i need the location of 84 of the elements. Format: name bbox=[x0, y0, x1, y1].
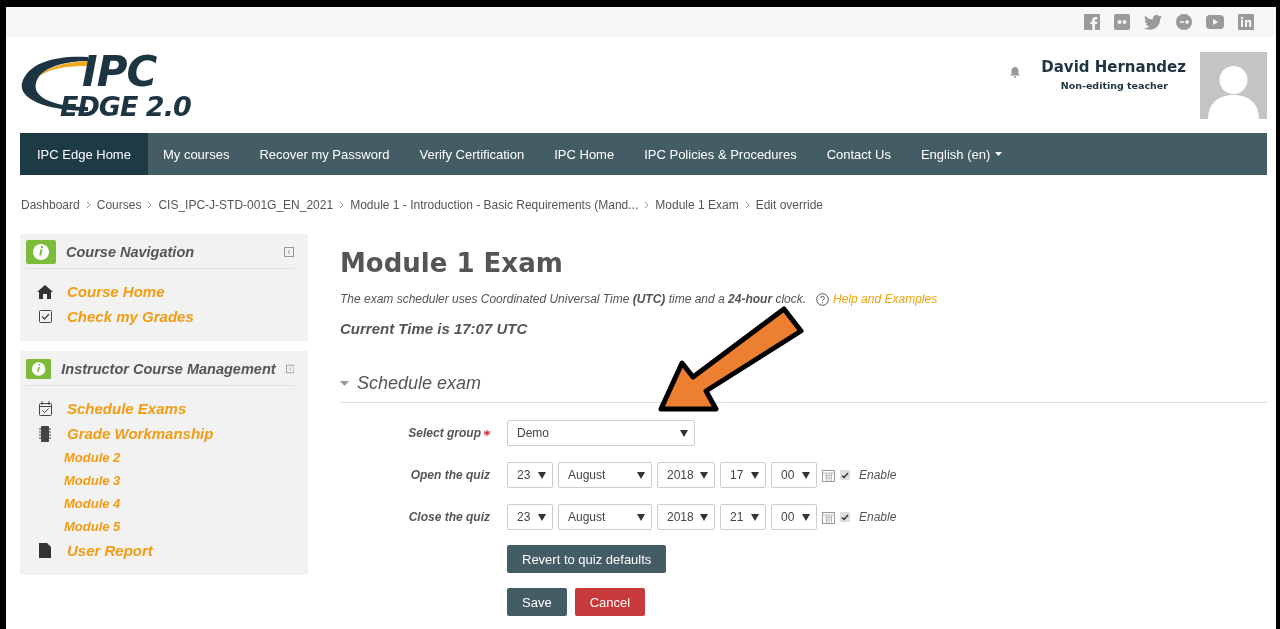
info-text: The exam scheduler uses Coordinated Universal Time (UTC) time and a 24-hour clock. bbox=[340, 292, 807, 306]
calendar-icon[interactable] bbox=[822, 468, 835, 482]
flickr-icon[interactable] bbox=[1114, 14, 1130, 30]
checkbox-label: Enable bbox=[859, 510, 897, 524]
caret-icon bbox=[538, 513, 546, 521]
collapse-icon[interactable] bbox=[340, 379, 349, 388]
field-label: Close the quiz bbox=[408, 510, 490, 524]
checkbox-label: Enable bbox=[859, 468, 897, 482]
select-field[interactable]: 00 bbox=[771, 504, 817, 530]
avatar-icon[interactable] bbox=[1200, 51, 1267, 119]
select-field[interactable]: 23 bbox=[507, 462, 553, 488]
logo-text: EDGE 2.0 bbox=[60, 92, 191, 120]
chevron-icon bbox=[339, 200, 345, 209]
breadcrumb-link[interactable]: Module 1 - Introduction - Basic Requirements (Mand... bbox=[350, 197, 639, 212]
nav-link[interactable]: Recover my Password bbox=[244, 133, 405, 175]
chevron-icon bbox=[744, 200, 750, 209]
logo-text: IPC bbox=[82, 50, 158, 93]
bell-icon[interactable] bbox=[1009, 65, 1022, 78]
select-field[interactable]: 23 bbox=[507, 504, 553, 530]
youtube-icon[interactable] bbox=[1206, 15, 1224, 29]
caret-icon bbox=[680, 429, 688, 437]
info-icon bbox=[26, 240, 56, 264]
nav-link[interactable]: IPC Edge Home bbox=[20, 133, 148, 175]
caret-icon bbox=[751, 471, 759, 479]
nav-link[interactable]: My courses bbox=[147, 133, 245, 175]
file-icon bbox=[39, 543, 51, 558]
current-time: Current Time is 17:07 UTC bbox=[340, 320, 529, 337]
facebook-icon[interactable] bbox=[1084, 14, 1100, 30]
help-icon bbox=[816, 292, 830, 306]
cancel-button[interactable]: Cancel bbox=[574, 588, 646, 616]
caret-icon bbox=[802, 513, 810, 521]
select-field[interactable]: 21 bbox=[720, 504, 766, 530]
chevron-icon bbox=[147, 200, 153, 209]
breadcrumb-link[interactable]: CIS_IPC-J-STD-001G_EN_2021 bbox=[158, 197, 334, 212]
block-title: Course Navigation bbox=[66, 244, 196, 260]
nav-link[interactable]: Contact Us bbox=[811, 133, 906, 175]
chevron-icon bbox=[85, 200, 91, 209]
nav-link[interactable]: IPC Policies & Procedures bbox=[629, 133, 812, 175]
nav-link[interactable]: Verify Certification bbox=[404, 133, 540, 175]
section-title[interactable]: Schedule exam bbox=[357, 373, 482, 394]
select-field[interactable]: August bbox=[558, 504, 652, 530]
select-field[interactable]: 2018 bbox=[657, 504, 715, 530]
select-field[interactable]: 00 bbox=[771, 462, 817, 488]
revert-button[interactable]: Revert to quiz defaults bbox=[507, 545, 667, 573]
user-role: Non-editing teacher bbox=[1060, 79, 1168, 91]
chevron-icon bbox=[644, 200, 650, 209]
caret-icon bbox=[637, 471, 645, 479]
checkbox[interactable] bbox=[840, 512, 850, 522]
select-field[interactable]: August bbox=[558, 462, 652, 488]
linkedin-icon[interactable] bbox=[1238, 14, 1254, 30]
calendar-icon[interactable] bbox=[822, 510, 835, 524]
breadcrumb-link[interactable]: Courses bbox=[96, 197, 142, 212]
checkmark-icon bbox=[841, 471, 849, 479]
calendar-icon bbox=[38, 401, 52, 416]
caret-icon bbox=[802, 471, 810, 479]
caret-icon bbox=[700, 471, 708, 479]
caret-icon bbox=[700, 513, 708, 521]
collapse-icon[interactable] bbox=[285, 364, 294, 374]
breadcrumb-link[interactable]: Module 1 Exam bbox=[655, 197, 739, 212]
caret-icon bbox=[637, 513, 645, 521]
select-field[interactable]: 2018 bbox=[657, 462, 715, 488]
caret-icon bbox=[538, 471, 546, 479]
field-label: Open the quiz bbox=[410, 468, 490, 482]
select-field[interactable]: 17 bbox=[720, 462, 766, 488]
home-icon bbox=[37, 284, 53, 299]
nav-link[interactable]: English (en) bbox=[905, 133, 1018, 175]
caret-icon bbox=[751, 513, 759, 521]
collapse-icon[interactable] bbox=[284, 247, 294, 257]
block-title: Instructor Course Management bbox=[61, 361, 276, 377]
field-label: Select group bbox=[408, 426, 481, 440]
select-field[interactable]: Demo bbox=[507, 420, 695, 446]
save-button[interactable]: Save bbox=[507, 588, 567, 616]
nav-link[interactable]: IPC Home bbox=[539, 133, 630, 175]
checkbox[interactable] bbox=[840, 470, 850, 480]
caret-icon bbox=[995, 152, 1003, 156]
user-name[interactable]: David Hernandez bbox=[1041, 57, 1186, 76]
checkmark-icon bbox=[841, 513, 849, 521]
twitter-icon[interactable] bbox=[1144, 14, 1162, 30]
chip-icon bbox=[39, 425, 51, 442]
breadcrumb-link[interactable]: Dashboard bbox=[21, 197, 80, 212]
page-title: Module 1 Exam bbox=[340, 248, 564, 278]
google-plus-icon[interactable] bbox=[1176, 14, 1192, 30]
checkbox-icon bbox=[38, 310, 52, 323]
info-icon bbox=[26, 357, 52, 381]
